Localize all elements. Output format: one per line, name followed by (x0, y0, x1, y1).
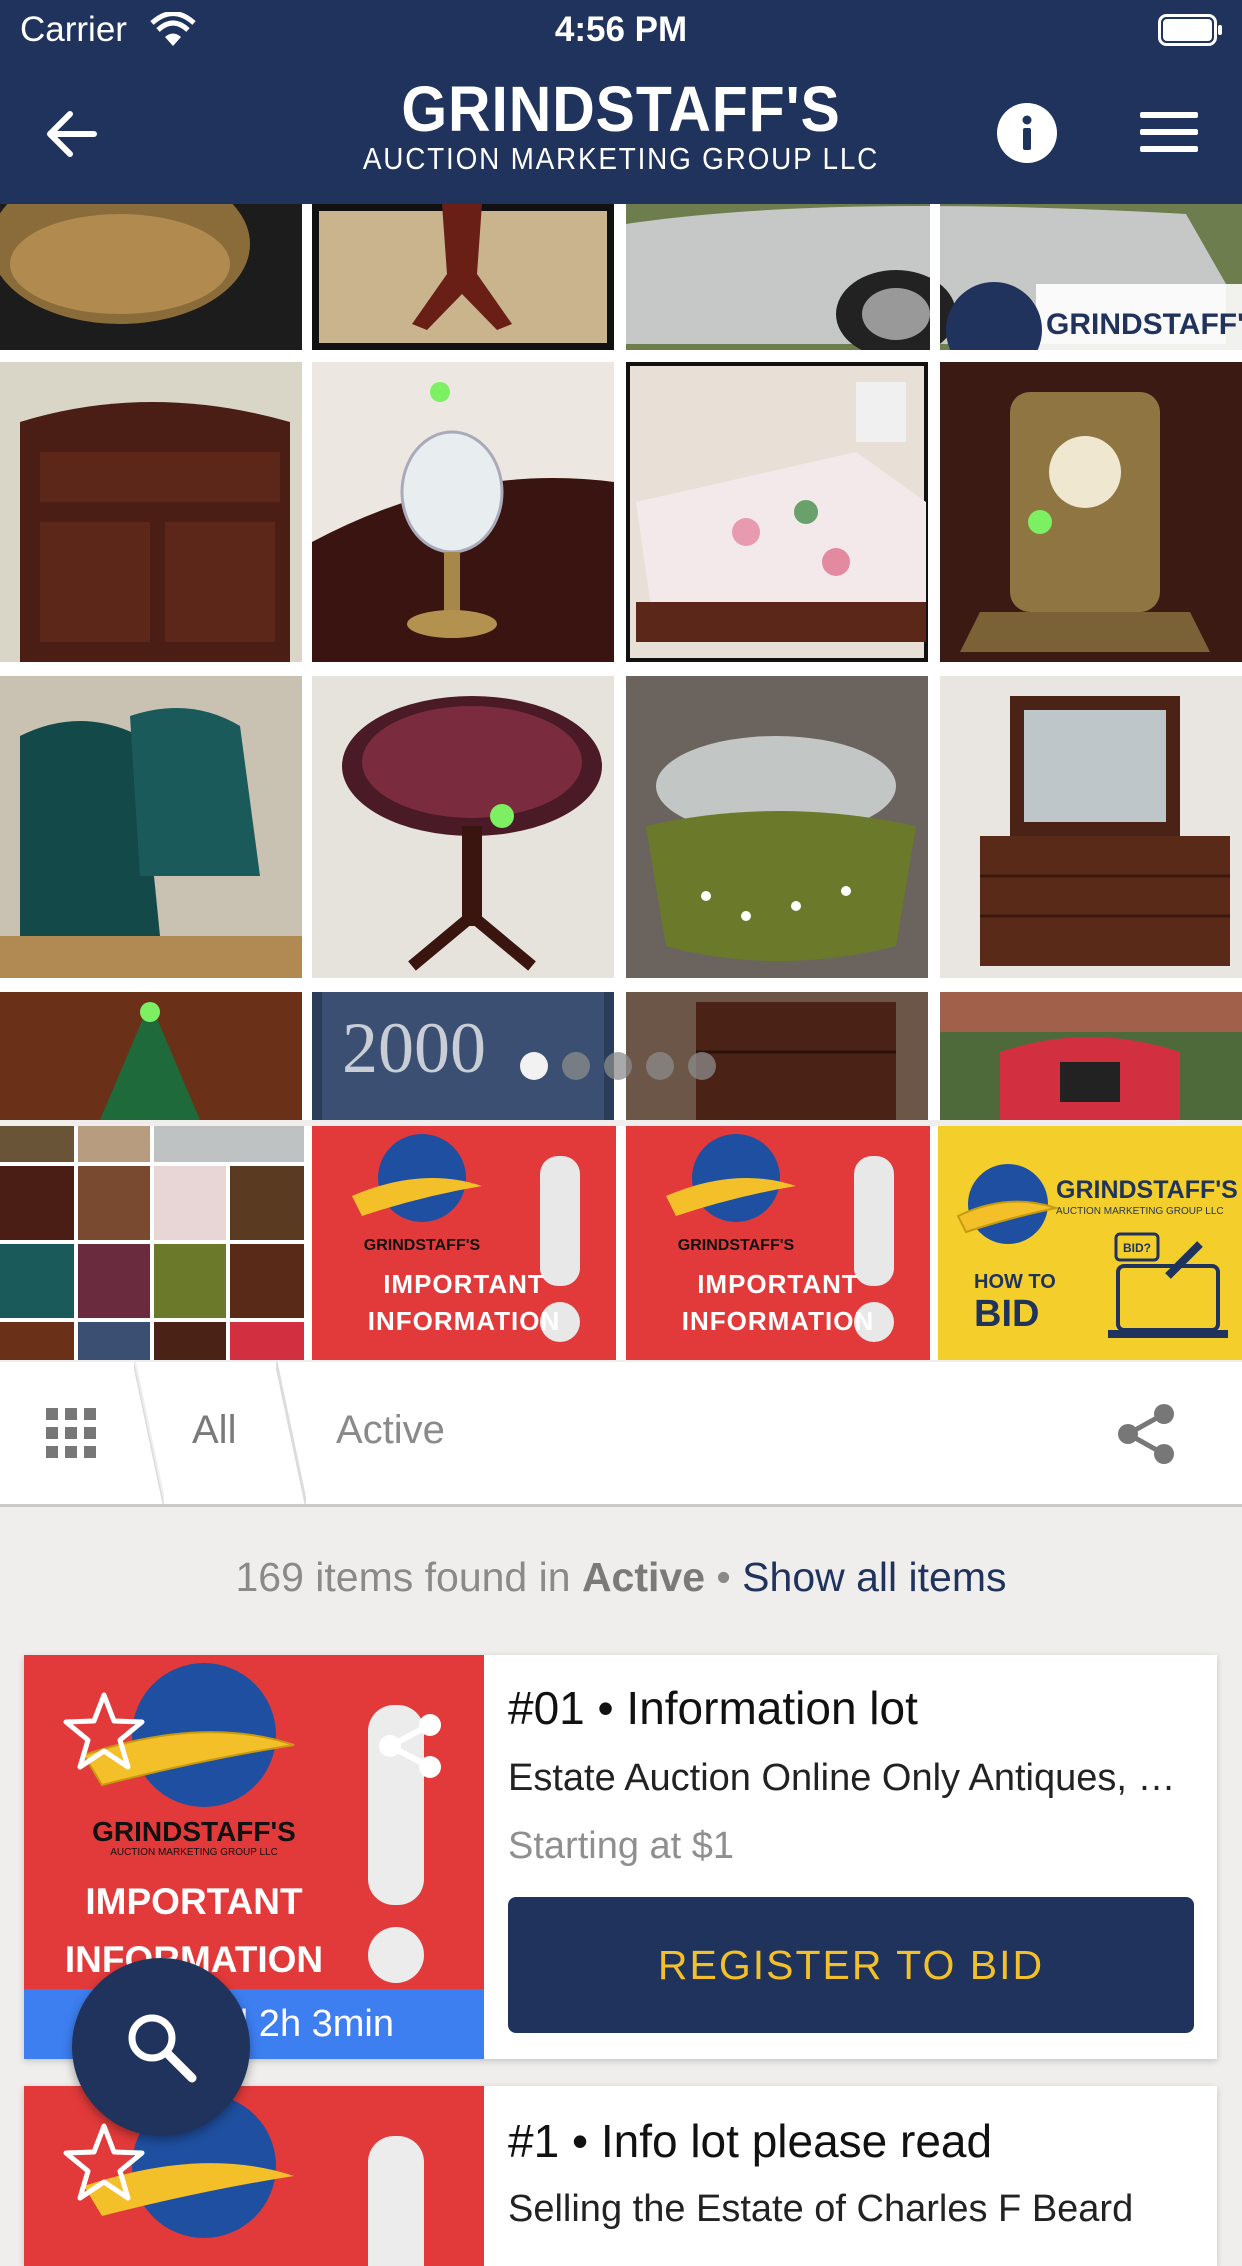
tab-separator (134, 1362, 164, 1504)
carousel-dot[interactable] (520, 1052, 548, 1080)
lot-image-caption-line1: IMPORTANT (85, 1881, 303, 1922)
lot-image[interactable] (24, 2086, 484, 2266)
status-time: 4:56 PM (554, 10, 688, 49)
thumbnail-important-info[interactable]: GRINDSTAFF'S IMPORTANT INFORMATION (626, 1126, 930, 1360)
summary-separator: • (716, 1554, 731, 1600)
hero-carousel[interactable]: GRINDSTAFF'S (0, 204, 1242, 1120)
search-icon (128, 2014, 197, 2083)
photo-armchairs (0, 676, 302, 978)
menu-icon[interactable] (1140, 110, 1198, 154)
carousel-pagination[interactable] (520, 1052, 730, 1080)
thumbnail-caption-line2: INFORMATION (681, 1306, 875, 1336)
svg-text:GRINDSTAFF'S: GRINDSTAFF'S (364, 1237, 481, 1254)
status-bar: Carrier 4:56 PM (0, 0, 1242, 62)
svg-text:GRINDSTAFF'S: GRINDSTAFF'S (92, 1816, 296, 1847)
svg-text:GRINDSTAFF'S: GRINDSTAFF'S (1056, 1176, 1238, 1204)
thumbnail-caption-line1: IMPORTANT (697, 1269, 859, 1299)
photo-dry-sink (0, 362, 302, 662)
how-to-bid-image: GRINDSTAFF'S AUCTION MARKETING GROUP LLC… (956, 1164, 1238, 1338)
carousel-dot[interactable] (604, 1052, 632, 1080)
svg-text:2000: 2000 (342, 1008, 486, 1088)
svg-text:GRINDSTAFF'S: GRINDSTAFF'S (1046, 308, 1242, 341)
tab-all[interactable]: All (192, 1408, 236, 1453)
photo-tilt-table (312, 676, 614, 978)
show-all-items-link[interactable]: Show all items (742, 1554, 1006, 1600)
grid-view-icon[interactable] (46, 1408, 96, 1458)
lot-description: Estate Auction Online Only Antiques, Fur… (508, 1757, 1198, 1799)
thumbnail-important-info[interactable]: GRINDSTAFF'S IMPORTANT INFORMATION (312, 1126, 616, 1360)
thumbnail-collage[interactable] (0, 1126, 304, 1360)
photo-table-leg (312, 204, 614, 350)
share-icon[interactable] (376, 1711, 446, 1781)
thumbnail-caption-line1: IMPORTANT (383, 1269, 545, 1299)
favorite-star-icon[interactable] (62, 1691, 146, 1771)
results-count: 169 items found in (235, 1554, 571, 1600)
thumbnail-strip: GRINDSTAFF'S IMPORTANT INFORMATION GRIND… (0, 1126, 1242, 1360)
tab-active[interactable]: Active (336, 1408, 445, 1453)
svg-text:HOW TO: HOW TO (974, 1271, 1056, 1293)
thumbnail-how-to-bid[interactable]: GRINDSTAFF'S AUCTION MARKETING GROUP LLC… (938, 1126, 1242, 1360)
photo-pyrex-bowls (626, 676, 928, 978)
lot-description: Selling the Estate of Charles F Beard (508, 2188, 1134, 2230)
lot-title[interactable]: #01 • Information lot (508, 1681, 918, 1735)
carousel-dot[interactable] (688, 1052, 716, 1080)
svg-text:GRINDSTAFF'S: GRINDSTAFF'S (678, 1237, 795, 1254)
search-fab-button[interactable] (72, 1958, 250, 2136)
thumbnail-caption-line2: INFORMATION (367, 1306, 561, 1336)
photo-dresser (940, 676, 1242, 978)
photo-lamp (312, 362, 614, 662)
filter-tab-bar: All Active (0, 1362, 1242, 1507)
share-icon[interactable] (1116, 1402, 1176, 1466)
collage-image (0, 1126, 304, 1360)
svg-text:BID: BID (974, 1293, 1039, 1335)
photo-mantel-clock (940, 362, 1242, 662)
register-to-bid-button[interactable]: REGISTER TO BID (508, 1897, 1194, 2033)
lot-title[interactable]: #1 • Info lot please read (508, 2114, 992, 2168)
carousel-dot[interactable] (562, 1052, 590, 1080)
results-filter: Active (581, 1554, 705, 1600)
favorite-star-icon[interactable] (62, 2122, 146, 2202)
battery-icon (1158, 14, 1222, 46)
svg-text:AUCTION MARKETING GROUP LLC: AUCTION MARKETING GROUP LLC (1056, 1206, 1224, 1217)
carousel-dot[interactable] (646, 1052, 674, 1080)
lot-starting-price: Starting at $1 (508, 1825, 735, 1867)
photo-ceramic-tree (0, 992, 302, 1120)
photo-bed (626, 362, 928, 662)
svg-text:BID?: BID? (1123, 1241, 1151, 1255)
info-icon[interactable] (996, 102, 1058, 164)
photo-lawn-mower (940, 992, 1242, 1120)
tab-separator (276, 1362, 306, 1504)
svg-text:AUCTION MARKETING GROUP LLC: AUCTION MARKETING GROUP LLC (110, 1847, 278, 1858)
app-bar: GRINDSTAFF'S AUCTION MARKETING GROUP LLC (0, 62, 1242, 204)
photo-bowl (0, 204, 302, 350)
results-summary: 169 items found in Active • Show all ite… (0, 1554, 1242, 1601)
